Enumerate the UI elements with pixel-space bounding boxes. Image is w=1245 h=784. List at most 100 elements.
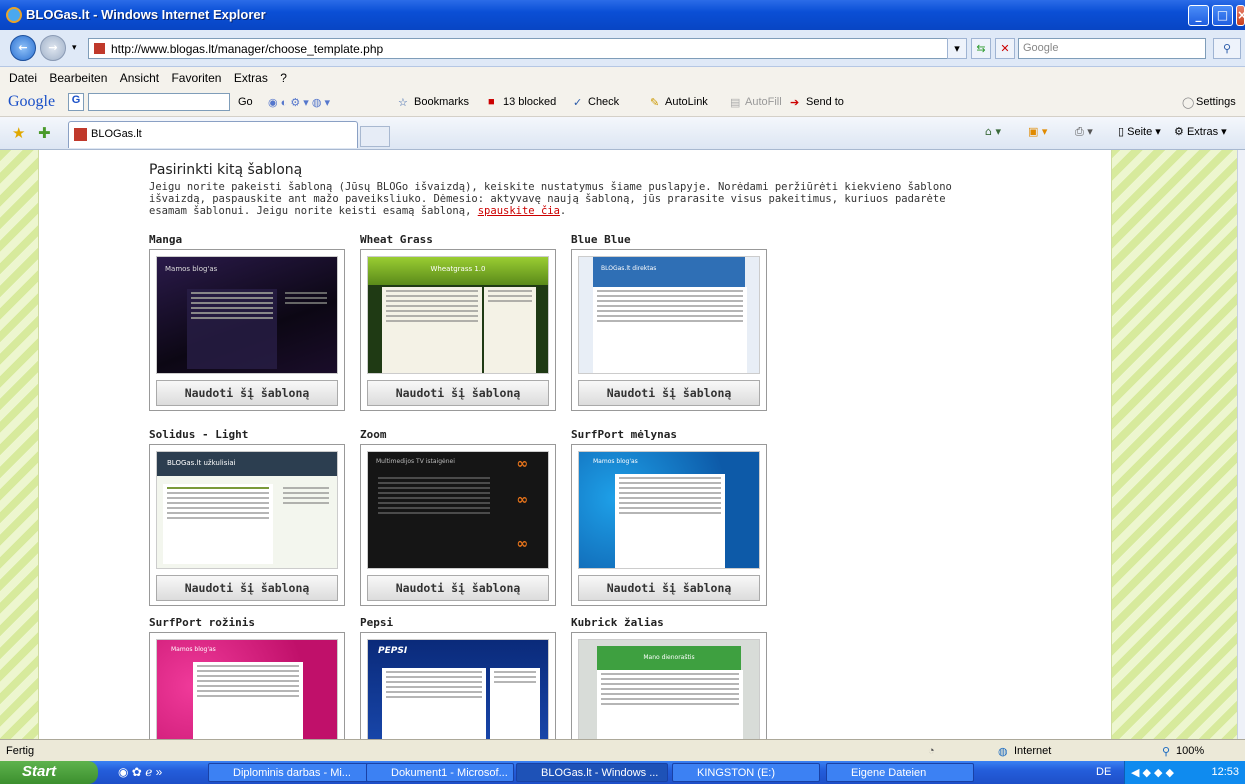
google-menu-icon[interactable]: G [68, 93, 84, 111]
zoom-logo-icon: ∞ [516, 456, 528, 472]
search-input[interactable]: Google [1018, 38, 1206, 59]
use-template-button[interactable]: Naudoti šį šabloną [367, 575, 549, 601]
use-template-button[interactable]: Naudoti šį šabloną [156, 575, 338, 601]
start-button[interactable]: Start [0, 761, 98, 784]
tools-menu[interactable]: ⚙ Extras ▾ [1174, 125, 1227, 138]
template-thumbnail[interactable]: PEPSI [367, 639, 549, 739]
template-name: SurfPort rožinis [149, 616, 255, 629]
feeds-icon[interactable]: ▣ ▾ [1028, 125, 1047, 138]
template-thumbnail[interactable]: BLOGas.lt direktas [578, 256, 760, 374]
address-input[interactable]: http://www.blogas.lt/manager/choose_temp… [88, 38, 964, 59]
page-menu[interactable]: ▯ Seite ▾ [1118, 125, 1161, 138]
start-label: Start [22, 763, 57, 780]
google-search-input[interactable] [88, 93, 230, 111]
autolink-icon: ✎ [650, 97, 660, 109]
template-box: Mano dienoraštis [571, 632, 767, 739]
edit-template-link[interactable]: spauskite čia [478, 205, 560, 217]
refresh-button[interactable]: ⇆ [971, 38, 991, 59]
thumb-title: BLOGas.lt direktas [593, 257, 745, 287]
back-button[interactable]: ← [10, 35, 36, 61]
template-thumbnail[interactable]: Wheatgrass 1.0 [367, 256, 549, 374]
check-button[interactable]: Check [588, 96, 619, 108]
tray-icons[interactable]: ◀ ◆ ◆ ◆ [1131, 767, 1174, 779]
task-kingston[interactable]: KINGSTON (E:) [672, 763, 820, 782]
search-icon[interactable]: ⚲ [1213, 38, 1241, 59]
home-icon[interactable]: ⌂ ▾ [985, 125, 1001, 138]
tab-favicon-icon [74, 128, 87, 141]
stop-button[interactable]: ✕ [995, 38, 1015, 59]
settings-icon: ◯ [1182, 97, 1195, 109]
privacy-icon[interactable]: ◔ [928, 745, 935, 757]
zoom-level[interactable]: 100% [1176, 745, 1204, 757]
template-card-wheat-grass: Wheat Grass Wheatgrass 1.0 Naudoti šį ša… [360, 233, 556, 411]
page-body: Pasirinkti kitą šabloną Jeigu norite pak… [38, 150, 1112, 739]
tab-blogas[interactable]: BLOGas.lt [68, 121, 358, 148]
template-name: Pepsi [360, 616, 394, 629]
window-title: BLOGas.lt - Windows Internet Explorer [26, 7, 266, 22]
use-template-button[interactable]: Naudoti šį šabloną [156, 380, 338, 406]
quicklaunch-icons[interactable]: ◉ ✿ ℯ » [118, 765, 162, 779]
template-thumbnail[interactable]: Mamos blog'as [578, 451, 760, 569]
tab-label: BLOGas.lt [91, 128, 142, 140]
google-toolbar: Google G Go ◉ ◐ ⚙ ▾ ◍ ▾ ☆ Bookmarks ■ 13… [0, 89, 1245, 117]
google-go-button[interactable]: Go [238, 96, 253, 108]
template-name: Wheat Grass [360, 233, 433, 246]
task-eigene-dateien[interactable]: Eigene Dateien [826, 763, 974, 782]
sendto-button[interactable]: Send to [806, 96, 844, 108]
popup-blocker-icon: ■ [488, 96, 495, 108]
toolbar-icons-group[interactable]: ◉ ◐ ⚙ ▾ ◍ ▾ [268, 96, 330, 109]
use-template-button[interactable]: Naudoti šį šabloną [367, 380, 549, 406]
task-dokument1[interactable]: Dokument1 - Microsof... [366, 763, 514, 782]
add-favorites-icon[interactable]: ✚ [38, 124, 51, 142]
menu-bar: Datei Bearbeiten Ansicht Favoriten Extra… [0, 67, 1245, 89]
thumb-title: PEPSI [378, 646, 408, 656]
page-menu-label: Seite [1127, 126, 1153, 138]
vertical-scrollbar[interactable] [1237, 150, 1245, 739]
address-bar-row: ← → ▾ http://www.blogas.lt/manager/choos… [0, 30, 1245, 67]
sendto-icon: ➔ [790, 97, 800, 109]
popup-blocked-count[interactable]: 13 blocked [503, 96, 556, 108]
template-box: BLOGas.lt direktas Naudoti šį šabloną [571, 249, 767, 411]
template-card-zoom: Zoom Multimedijos TV istaigėnei ∞ ∞ ∞ Na… [360, 428, 556, 606]
close-button[interactable]: × [1236, 5, 1245, 26]
print-icon[interactable]: ⎙ ▾ [1075, 125, 1093, 139]
bookmarks-button[interactable]: Bookmarks [414, 96, 469, 108]
menu-help[interactable]: ? [280, 71, 287, 85]
template-thumbnail[interactable]: Mamos blog'as [156, 256, 338, 374]
menu-datei[interactable]: Datei [9, 71, 37, 85]
autofill-button[interactable]: AutoFill [745, 96, 782, 108]
zoom-logo-icon: ∞ [516, 492, 528, 508]
favorites-star-icon[interactable]: ★ [12, 124, 25, 142]
template-thumbnail[interactable]: BLOGas.lt užkulisiai [156, 451, 338, 569]
history-dropdown-icon[interactable]: ▾ [72, 43, 77, 53]
task-diplominis[interactable]: Diplominis darbas - Mi... [208, 763, 368, 782]
template-box: Multimedijos TV istaigėnei ∞ ∞ ∞ Naudoti… [360, 444, 556, 606]
maximize-button[interactable]: □ [1212, 5, 1233, 26]
template-card-surfport-pink: SurfPort rožinis Mamos blog'as [149, 616, 345, 739]
template-thumbnail[interactable]: Multimedijos TV istaigėnei ∞ ∞ ∞ [367, 451, 549, 569]
google-logo: Google [8, 93, 56, 110]
new-tab-button[interactable] [360, 126, 390, 147]
menu-bearbeiten[interactable]: Bearbeiten [49, 71, 107, 85]
task-blogas[interactable]: BLOGas.lt - Windows ... [516, 763, 668, 782]
menu-extras[interactable]: Extras [234, 71, 268, 85]
use-template-button[interactable]: Naudoti šį šabloną [578, 380, 760, 406]
menu-ansicht[interactable]: Ansicht [120, 71, 159, 85]
status-text: Fertig [6, 745, 35, 757]
forward-button[interactable]: → [40, 35, 66, 61]
address-dropdown-button[interactable]: ▾ [947, 38, 967, 59]
template-thumbnail[interactable]: Mano dienoraštis [578, 639, 760, 739]
settings-button[interactable]: Settings [1196, 96, 1236, 108]
page-icon: ▯ [1118, 126, 1125, 138]
system-tray: ◀ ◆ ◆ ◆ 12:53 [1124, 761, 1245, 784]
minimize-button[interactable]: _ [1188, 5, 1209, 26]
thumb-title: Mano dienoraštis [597, 646, 741, 670]
clock: 12:53 [1211, 766, 1239, 778]
use-template-button[interactable]: Naudoti šį šabloną [578, 575, 760, 601]
autolink-button[interactable]: AutoLink [665, 96, 708, 108]
language-indicator[interactable]: DE [1096, 766, 1111, 778]
template-thumbnail[interactable]: Mamos blog'as [156, 639, 338, 739]
address-url: http://www.blogas.lt/manager/choose_temp… [111, 42, 384, 56]
taskbar: Start ◉ ✿ ℯ » Diplominis darbas - Mi... … [0, 761, 1245, 784]
menu-favoriten[interactable]: Favoriten [171, 71, 221, 85]
